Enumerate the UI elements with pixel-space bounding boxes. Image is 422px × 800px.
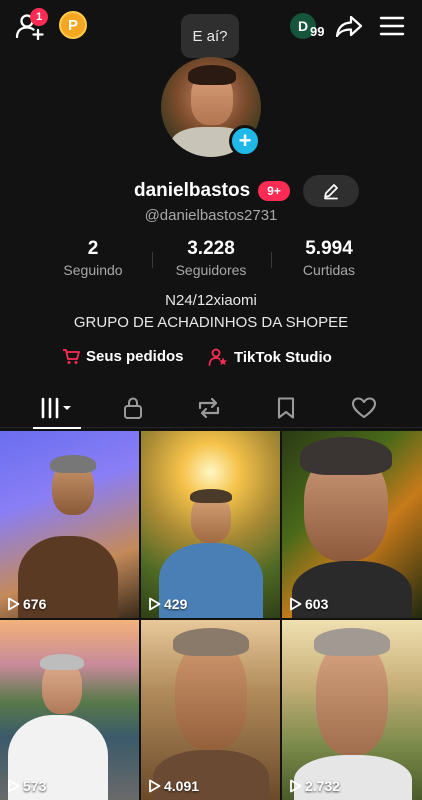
- person-hair: [40, 654, 84, 670]
- bio-line-1: N24/12xiaomi: [165, 292, 257, 309]
- play-icon: [290, 779, 302, 793]
- pencil-icon: [324, 184, 338, 200]
- view-count: 676: [7, 596, 46, 612]
- share-profile-button[interactable]: [334, 12, 364, 40]
- view-count: 603: [289, 596, 328, 612]
- view-count-text: 2.732: [305, 778, 341, 794]
- likes-count: 5.994: [305, 238, 353, 259]
- person-hair: [314, 628, 390, 656]
- stat-followers[interactable]: 3.228 Seguidores: [151, 238, 271, 278]
- video-thumbnail[interactable]: 676: [0, 431, 139, 618]
- top-bar: 1 P E aí? D 99: [0, 0, 422, 58]
- stat-following[interactable]: 2 Seguindo: [33, 238, 153, 278]
- video-thumbnail[interactable]: 2.732: [282, 620, 422, 800]
- likes-label: Curtidas: [302, 262, 356, 278]
- menu-button[interactable]: [378, 14, 406, 38]
- view-count: 429: [148, 596, 187, 612]
- content-tabs: [0, 388, 422, 429]
- play-icon: [149, 597, 161, 611]
- view-count-text: 429: [164, 596, 188, 612]
- person-face: [316, 640, 388, 755]
- view-count-text: 4.091: [164, 778, 200, 794]
- shopping-cart-icon: [63, 349, 80, 364]
- tiktok-studio-link[interactable]: TikTok Studio: [208, 348, 332, 366]
- person-hair: [190, 489, 232, 503]
- tab-private[interactable]: [100, 388, 166, 428]
- person-hair: [173, 628, 249, 656]
- play-icon: [8, 597, 20, 611]
- following-count: 2: [87, 238, 99, 259]
- avatar-hair: [188, 65, 236, 85]
- points-button[interactable]: P: [59, 11, 87, 39]
- bio-line-2: GRUPO DE ACHADINHOS DA SHOPEE: [73, 314, 349, 331]
- video-thumbnail[interactable]: 4.091: [141, 620, 280, 800]
- video-grid: 676 429 603 573 4.091 2.732: [0, 431, 422, 800]
- bookmark-icon: [277, 397, 295, 419]
- username-row: danielbastos 9+: [0, 175, 422, 207]
- heart-icon: [351, 397, 377, 419]
- video-thumbnail[interactable]: 429: [141, 431, 280, 618]
- play-icon: [8, 779, 20, 793]
- hamburger-menu-icon: [379, 16, 405, 36]
- play-icon: [149, 779, 161, 793]
- stat-likes[interactable]: 5.994 Curtidas: [269, 238, 389, 278]
- profile-links: Seus pedidos TikTok Studio: [0, 348, 422, 370]
- studio-label: TikTok Studio: [234, 348, 332, 366]
- video-thumbnail[interactable]: 603: [282, 431, 422, 618]
- inbox-badge[interactable]: 9+: [258, 181, 290, 201]
- view-count-text: 676: [23, 596, 47, 612]
- notification-badge: 1: [30, 8, 48, 26]
- person-hair: [300, 437, 392, 475]
- add-friends-button[interactable]: 1: [14, 8, 48, 40]
- play-icon: [290, 597, 302, 611]
- tab-videos[interactable]: [24, 388, 90, 429]
- tab-reposts[interactable]: [176, 388, 242, 428]
- status-bubble[interactable]: E aí?: [181, 14, 239, 58]
- user-handle: @danielbastos2731: [144, 207, 278, 224]
- edit-profile-button[interactable]: [303, 175, 359, 207]
- person-face: [175, 640, 247, 750]
- lock-icon: [124, 397, 142, 419]
- view-count: 2.732: [289, 778, 340, 794]
- tab-liked[interactable]: [331, 388, 397, 428]
- view-count-text: 603: [305, 596, 329, 612]
- person-hair: [50, 455, 96, 473]
- video-thumbnail[interactable]: 573: [0, 620, 139, 800]
- d-badge-count: 99: [310, 24, 325, 39]
- view-count-text: 573: [23, 778, 47, 794]
- repost-icon: [198, 397, 220, 419]
- profile-stats: 2 Seguindo 3.228 Seguidores 5.994 Curtid…: [0, 238, 422, 282]
- share-arrow-icon: [335, 15, 363, 38]
- username: danielbastos: [134, 180, 251, 201]
- view-count: 4.091: [148, 778, 199, 794]
- followers-count: 3.228: [187, 238, 235, 259]
- orders-link[interactable]: Seus pedidos: [62, 348, 184, 365]
- followers-label: Seguidores: [175, 262, 247, 278]
- videos-grid-icon: [41, 397, 71, 419]
- view-count: 573: [7, 778, 46, 794]
- add-story-plus-icon[interactable]: +: [229, 125, 261, 157]
- orders-label: Seus pedidos: [86, 348, 184, 365]
- tab-favorites[interactable]: [253, 388, 319, 428]
- creator-studio-icon: [208, 348, 227, 366]
- following-label: Seguindo: [63, 262, 123, 278]
